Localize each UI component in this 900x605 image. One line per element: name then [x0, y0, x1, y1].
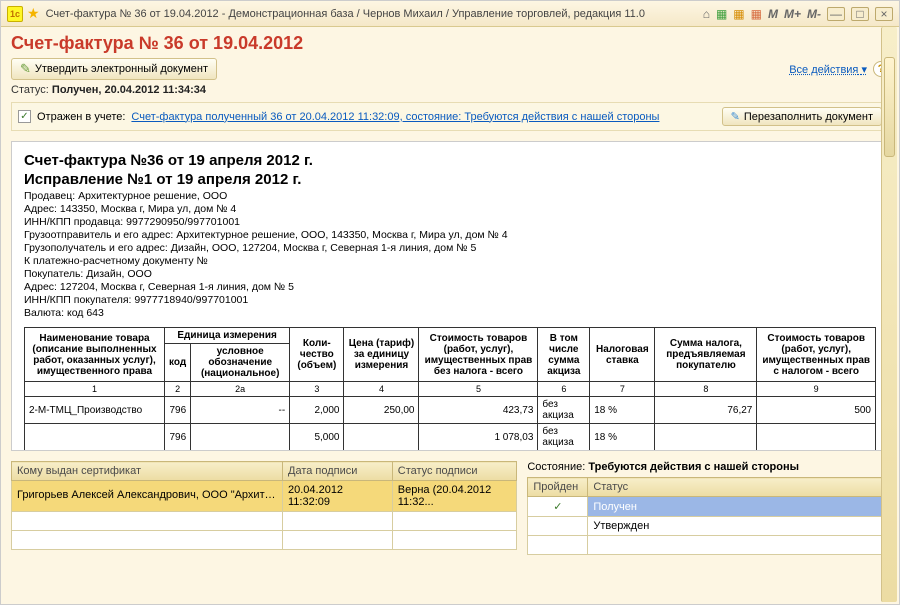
refill-label: Перезаполнить документ: [744, 111, 873, 123]
refill-button[interactable]: ✎ Перезаполнить документ: [722, 107, 882, 126]
document-preview: Счет-фактура №36 от 19 апреля 2012 г. Ис…: [11, 141, 889, 451]
tb-icon-b[interactable]: ▦: [733, 7, 744, 21]
tb-icon-a[interactable]: ▦: [716, 7, 727, 21]
calc-mplus[interactable]: M+: [784, 7, 801, 21]
min-button[interactable]: —: [827, 7, 845, 21]
table-row[interactable]: Григорьев Алексей Александрович, ООО "Ар…: [12, 481, 517, 512]
doc-line: ИНН/КПП покупателя: 9977718940/997701001: [24, 294, 876, 306]
doc-line: Адрес: 143350, Москва г, Мира ул, дом № …: [24, 203, 876, 215]
reflect-checkbox[interactable]: ✓: [18, 110, 31, 123]
doc-line: ИНН/КПП продавца: 9977290950/997701001: [24, 216, 876, 228]
status-value: Получен, 20.04.2012 11:34:34: [52, 84, 206, 96]
cert-table[interactable]: Кому выдан сертификат Дата подписи Стату…: [11, 461, 517, 550]
max-button[interactable]: □: [851, 7, 869, 21]
table-row[interactable]: ✓ Получен: [528, 497, 889, 517]
table-row: 2-М-ТМЦ_Производство 796 -- 2,000 250,00…: [25, 397, 876, 424]
table-row: [12, 512, 517, 531]
status-label: Статус:: [11, 84, 49, 96]
table-row[interactable]: Утвержден: [528, 517, 889, 536]
reflect-label: Отражен в учете:: [37, 111, 125, 123]
approve-label: Утвердить электронный документ: [35, 63, 208, 75]
chevron-down-icon: ▾: [861, 64, 867, 76]
reflect-link[interactable]: Счет-фактура полученный 36 от 20.04.2012…: [131, 111, 659, 123]
scrollbar-thumb[interactable]: [884, 57, 895, 157]
doc-h1: Счет-фактура №36 от 19 апреля 2012 г.: [24, 152, 876, 169]
doc-line: Продавец: Архитектурное решение, ООО: [24, 190, 876, 202]
doc-h2: Исправление №1 от 19 апреля 2012 г.: [24, 171, 876, 188]
doc-line: К платежно-расчетному документу №: [24, 255, 876, 267]
status-table[interactable]: Пройден Статус ✓ Получен Утвержден: [527, 477, 889, 555]
close-button[interactable]: ×: [875, 7, 893, 21]
table-row: [12, 531, 517, 550]
doc-line: Грузоотправитель и его адрес: Архитектур…: [24, 229, 876, 241]
star-icon[interactable]: ★: [27, 5, 40, 22]
app-icon: 1c: [7, 6, 23, 22]
state-value: Требуются действия с нашей стороны: [588, 461, 799, 473]
page-title: Счет-фактура № 36 от 19.04.2012: [11, 33, 889, 54]
approve-icon: ✎: [20, 61, 31, 77]
tb-icon-c[interactable]: ▦: [751, 7, 762, 21]
window-title: Счет-фактура № 36 от 19.04.2012 - Демонс…: [46, 8, 703, 20]
scrollbar[interactable]: [881, 27, 897, 602]
state-label: Состояние:: [527, 461, 585, 473]
doc-line: Адрес: 127204, Москва г, Северная 1-я ли…: [24, 281, 876, 293]
calc-m[interactable]: M: [768, 7, 778, 21]
table-row: [528, 536, 889, 555]
refill-icon: ✎: [731, 110, 740, 123]
table-row: 796 5,000 1 078,03 без акциза 18 %: [25, 424, 876, 451]
tb-icon-home[interactable]: ⌂: [703, 7, 710, 21]
approve-button[interactable]: ✎ Утвердить электронный документ: [11, 58, 217, 80]
invoice-table: Наименование товара (описание выполненны…: [24, 327, 876, 451]
doc-line: Валюта: код 643: [24, 307, 876, 319]
doc-line: Грузополучатель и его адрес: Дизайн, ООО…: [24, 242, 876, 254]
calc-mminus[interactable]: M-: [807, 7, 821, 21]
doc-line: Покупатель: Дизайн, ООО: [24, 268, 876, 280]
all-actions-link[interactable]: Все действия ▾: [789, 63, 867, 76]
